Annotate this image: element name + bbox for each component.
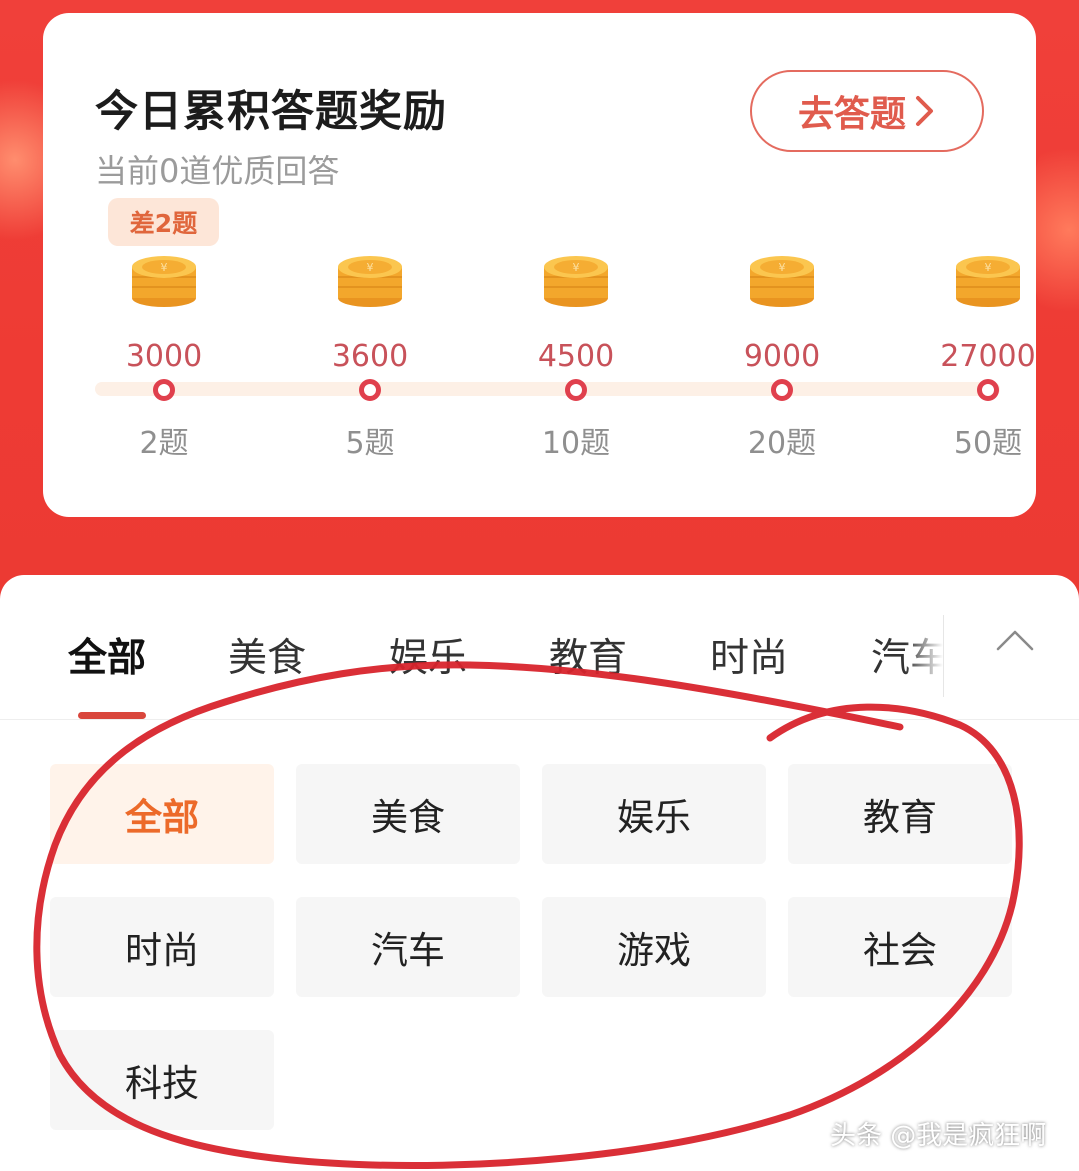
milestone-questions: 20题: [747, 426, 817, 461]
go-answer-button[interactable]: 去答题: [750, 70, 984, 152]
svg-text:¥: ¥: [367, 261, 374, 274]
collapse-icon[interactable]: [990, 621, 1040, 661]
reward-card-title: 今日累积答题奖励: [95, 87, 447, 137]
coin-stack-icon: ¥: [541, 253, 611, 313]
category-chip[interactable]: 科技: [50, 1030, 274, 1130]
milestone-coins: 9000: [743, 339, 821, 374]
milestone-questions: 5题: [345, 426, 395, 461]
reward-card-subtitle: 当前0道优质回答: [95, 152, 340, 190]
category-chip[interactable]: 汽车: [296, 897, 520, 997]
category-chip[interactable]: 美食: [296, 764, 520, 864]
active-tab-indicator: [78, 712, 146, 719]
tab-item[interactable]: 教育: [549, 627, 627, 683]
watermark: 头条 @我是疯狂啊: [830, 1121, 1047, 1151]
milestone-coins: 4500: [537, 339, 615, 374]
milestone-dot: [153, 379, 175, 401]
chevron-right-icon: [914, 94, 936, 128]
milestone-coins: 3600: [331, 339, 409, 374]
category-tab-bar: 全部美食娱乐教育时尚汽车: [0, 575, 1079, 720]
tab-item[interactable]: 全部: [68, 627, 146, 683]
milestone-dot: [565, 379, 587, 401]
tab-item[interactable]: 美食: [228, 627, 306, 683]
milestone-questions: 10题: [541, 426, 611, 461]
coin-stack-icon: ¥: [129, 253, 199, 313]
reward-progress-track: [95, 382, 1000, 396]
tab-item[interactable]: 时尚: [710, 627, 788, 683]
milestone-dot: [359, 379, 381, 401]
remaining-questions-badge: 差2题: [108, 198, 219, 246]
coin-stack-icon: ¥: [335, 253, 405, 313]
svg-text:¥: ¥: [573, 261, 580, 274]
daily-reward-card: 今日累积答题奖励 当前0道优质回答 去答题 差2题 ¥3000 2题 ¥3600 5题…: [43, 13, 1036, 517]
category-chip[interactable]: 时尚: [50, 897, 274, 997]
coin-stack-icon: ¥: [747, 253, 817, 313]
category-panel: 全部美食娱乐教育时尚汽车 全部美食娱乐教育时尚汽车游戏社会科技: [0, 575, 1079, 1171]
svg-text:¥: ¥: [779, 261, 786, 274]
milestone-coins: 27000: [940, 339, 1036, 374]
category-chip[interactable]: 游戏: [542, 897, 766, 997]
milestone-coins: 3000: [125, 339, 203, 374]
category-chip[interactable]: 教育: [788, 764, 1012, 864]
svg-text:¥: ¥: [161, 261, 168, 274]
category-chip[interactable]: 娱乐: [542, 764, 766, 864]
milestone-questions: 2题: [139, 426, 189, 461]
svg-text:¥: ¥: [985, 261, 992, 274]
tab-bar-divider: [943, 615, 944, 697]
milestone-questions: 50题: [953, 426, 1023, 461]
milestone-dot: [977, 379, 999, 401]
category-chip[interactable]: 全部: [50, 764, 274, 864]
category-chip[interactable]: 社会: [788, 897, 1012, 997]
milestone-dot: [771, 379, 793, 401]
coin-stack-icon: ¥: [953, 253, 1023, 313]
tab-item[interactable]: 娱乐: [389, 627, 467, 683]
go-answer-label: 去答题: [797, 94, 906, 135]
